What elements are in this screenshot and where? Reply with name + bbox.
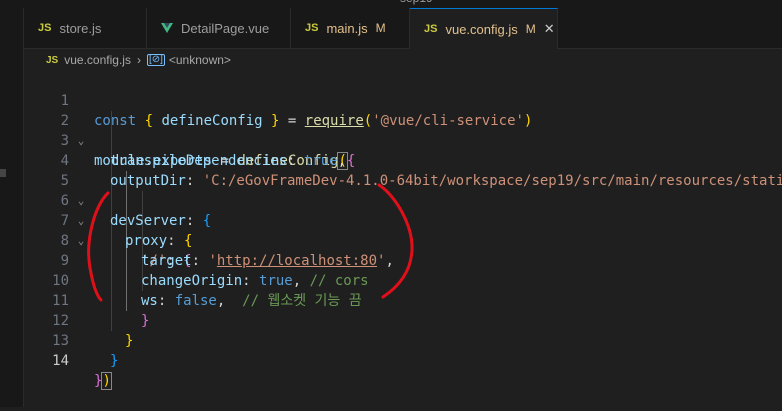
tab-label: DetailPage.vue [181,20,270,36]
code-line: 3 transpileDependencies: true, [24,111,782,169]
tab-label: vue.config.js [445,21,518,37]
code-line: 12 } [24,291,782,349]
activity-indicator [0,169,6,177]
code-line: 14 }) [24,331,782,390]
close-icon[interactable]: ✕ [544,21,555,37]
tab-vue-config-js[interactable]: JS vue.config.js M ✕ [410,8,558,49]
js-file-icon: JS [305,22,319,34]
code-line: 6 ⌄ proxy: { [24,171,782,249]
activity-bar [0,8,24,407]
code-line: 5 ⌄ devServer: { [24,151,782,229]
code-line: 8 target: 'http://localhost:80', [24,211,782,269]
code-line: 7 ⌄ '/': { [24,191,782,269]
token: ) [101,372,112,390]
code-line: 2 ⌄ module.exports = defineConfig({ [24,91,782,170]
tab-label: main.js [326,20,368,36]
js-file-icon: JS [424,23,438,35]
code-line: 13 } [24,311,782,369]
code-line: 11 } [24,271,782,329]
tab-bar: JS store.js DetailPage.vue JS main.js M … [24,8,782,49]
line-code: }) [94,371,112,391]
tab-label: store.js [59,20,102,36]
line-number: 14 [52,353,69,369]
breadcrumb-separator: › [136,53,141,67]
tab-detailpage-vue[interactable]: DetailPage.vue [147,8,291,48]
token: } [110,353,119,369]
symbol-variable-icon: [⊘] [146,54,165,66]
breadcrumb: JS vue.config.js › [⊘] <unknown> [24,50,782,70]
code-editor[interactable]: 1 const { defineConfig } = require('@vue… [24,71,782,407]
code-line: 4 outputDir: 'C:/eGovFrameDev-4.1.0-64bi… [24,131,782,189]
code-line: 9 changeOrigin: true, // cors [24,231,782,289]
code-line: 10 ws: false, // 웹소켓 기능 끔 [24,251,782,309]
tab-main-js[interactable]: JS main.js M [291,8,410,48]
js-file-icon: JS [38,22,52,34]
title-bar: sep19 [0,0,782,8]
breadcrumb-symbol[interactable]: <unknown> [169,53,231,67]
js-file-icon: JS [46,54,59,66]
modified-badge: M [375,21,386,35]
breadcrumb-file[interactable]: vue.config.js [64,53,131,67]
modified-badge: M [525,22,536,36]
window-title: sep19 [400,0,433,5]
code-line: 1 const { defineConfig } = require('@vue… [24,71,782,129]
line-code: } [110,351,118,371]
vue-file-icon [161,23,173,33]
tab-store-js[interactable]: JS store.js [24,8,147,48]
